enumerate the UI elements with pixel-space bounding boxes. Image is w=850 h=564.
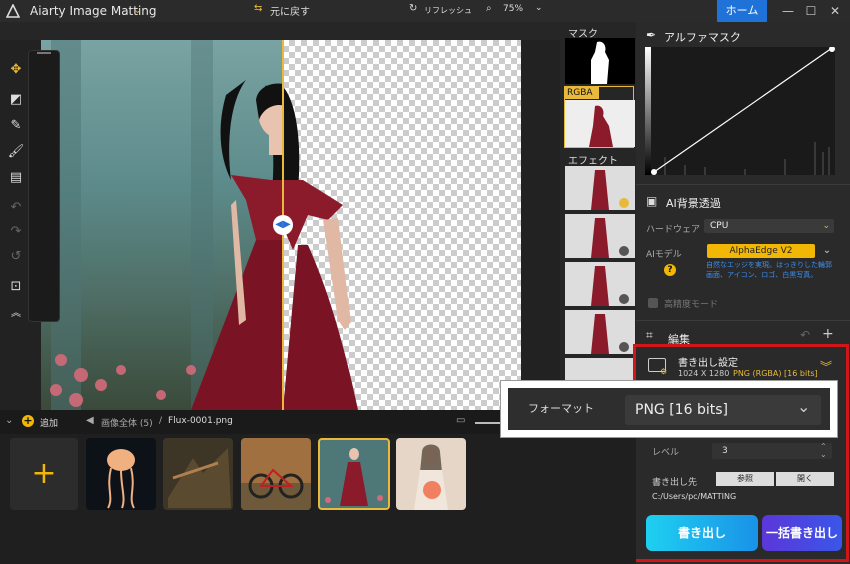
effect-radio-icon[interactable]: [619, 246, 629, 256]
hq-label: 高精度モード: [664, 300, 719, 310]
stepper-arrows-icon[interactable]: ⌃ ⌄: [820, 443, 827, 459]
hq-checkbox[interactable]: [648, 298, 658, 308]
undo-label[interactable]: 元に戻す: [270, 3, 310, 18]
divider: [636, 184, 850, 185]
effect-radio-icon[interactable]: [619, 342, 629, 352]
fit-screen-icon[interactable]: ⊡: [3, 276, 29, 298]
export-button[interactable]: 書き出し: [646, 515, 758, 551]
image-size-icon[interactable]: ▭: [456, 415, 465, 426]
browse-button[interactable]: 参照: [716, 472, 774, 486]
brush-tool-icon[interactable]: 🖌: [3, 141, 29, 163]
model-dropdown-icon[interactable]: ⌄: [820, 244, 834, 258]
pen-tool-icon[interactable]: ✎: [3, 115, 29, 137]
add-icon[interactable]: +: [22, 415, 34, 427]
hardware-value: CPU: [710, 221, 729, 231]
chevron-down-icon[interactable]: ⌄: [797, 397, 810, 416]
refresh-label[interactable]: リフレッシュ: [424, 5, 472, 16]
collapse-gallery-icon[interactable]: ⌄: [5, 415, 13, 426]
export-format-summary: PNG (RGBA) [16 bits]: [733, 369, 818, 378]
maximize-button[interactable]: ☐: [801, 2, 821, 20]
model-label: AIモデル: [646, 250, 682, 260]
effect-selected-icon: [619, 198, 629, 208]
undo-icon[interactable]: ⇆: [254, 3, 262, 14]
export-path: C:/Users/pc/MATTING: [652, 492, 737, 501]
hardware-label: ハードウェア: [646, 225, 701, 235]
format-select[interactable]: PNG [16 bits]: [625, 395, 821, 425]
hardware-select[interactable]: CPU ⌄: [704, 219, 834, 233]
compare-slider-handle[interactable]: ◀▶: [273, 215, 293, 235]
palette-grip[interactable]: [37, 52, 51, 54]
rgba-thumbnail[interactable]: [565, 100, 635, 147]
format-label: フォーマット: [528, 402, 594, 415]
rgba-label: RGBA: [565, 87, 599, 99]
minimize-button[interactable]: —: [778, 2, 798, 20]
gallery-thumb-jellyfish[interactable]: [86, 438, 156, 510]
add-image-tile[interactable]: +: [10, 438, 78, 510]
chevron-down-icon: ⌄: [822, 221, 830, 231]
canvas-toolbar: [0, 22, 560, 40]
reset-tool-icon[interactable]: ↺: [3, 246, 29, 268]
refresh-icon[interactable]: ↻: [409, 3, 417, 14]
breadcrumb-separator: /: [159, 416, 163, 426]
destination-label: 書き出し先: [652, 478, 698, 488]
level-label: レベル: [652, 448, 680, 458]
back-arrow-icon[interactable]: ◀: [86, 415, 94, 426]
thumbnail-size-slider[interactable]: [475, 422, 500, 424]
tool-palette: [28, 50, 60, 322]
level-value: 3: [722, 446, 728, 456]
zoom-level[interactable]: 75%: [503, 4, 523, 14]
help-icon[interactable]: ?: [664, 264, 676, 276]
roller-tool-icon[interactable]: ▤: [3, 167, 29, 189]
gallery-thumb-forest[interactable]: [163, 438, 233, 510]
redo-tool-icon[interactable]: ↷: [3, 221, 29, 243]
ai-background-icon: ▣: [646, 194, 658, 208]
chevron-down-icon[interactable]: ⌄: [133, 3, 142, 16]
edit-icon: ⌗: [646, 328, 653, 342]
level-stepper[interactable]: [712, 443, 832, 459]
collapse-up-icon[interactable]: ︽: [3, 303, 29, 325]
add-label[interactable]: 追加: [40, 416, 58, 429]
transparent-preview: [283, 40, 521, 410]
alpha-mask-title: アルファマスク: [664, 31, 741, 44]
batch-export-button[interactable]: 一括書き出し: [762, 515, 842, 551]
gallery-thumb-selected[interactable]: [318, 438, 390, 510]
undo-edit-icon[interactable]: ↶: [800, 328, 810, 342]
effect-thumbnail-5[interactable]: [565, 358, 635, 380]
original-photo: [41, 40, 283, 410]
divider: [636, 320, 850, 321]
gear-icon: ⚙: [660, 367, 668, 376]
zoom-icon[interactable]: ⌕: [486, 3, 492, 14]
gallery-thumb-portrait[interactable]: [396, 438, 466, 510]
effect-radio-icon[interactable]: [619, 294, 629, 304]
zoom-dropdown-icon[interactable]: ⌄: [535, 3, 543, 13]
alpha-curve-editor[interactable]: [645, 46, 835, 175]
add-edit-icon[interactable]: +: [822, 326, 834, 342]
open-folder-button[interactable]: 開く: [776, 472, 834, 486]
gallery-thumb-bicycle[interactable]: [241, 438, 311, 510]
effect-label: エフェクト: [568, 156, 618, 167]
format-value: PNG [16 bits]: [635, 402, 728, 418]
move-tool-icon[interactable]: ✥: [3, 59, 29, 81]
export-size: 1024 X 1280: [678, 369, 730, 378]
expand-down-icon[interactable]: ︾: [820, 358, 832, 375]
model-select[interactable]: AlphaEdge V2: [707, 244, 815, 258]
ai-bg-title: AI背景透過: [666, 197, 721, 210]
undo-tool-icon[interactable]: ↶: [3, 197, 29, 219]
eraser-tool-icon[interactable]: ◩: [3, 89, 29, 111]
breadcrumb-all[interactable]: 画像全体 (5): [101, 416, 153, 429]
breadcrumb-file: Flux-0001.png: [168, 416, 233, 426]
close-button[interactable]: ✕: [825, 2, 845, 20]
export-title: 書き出し設定: [678, 358, 738, 369]
eyedropper-icon[interactable]: ✒: [646, 28, 656, 42]
app-logo-icon: [6, 4, 20, 18]
mask-thumbnail[interactable]: [565, 38, 635, 84]
model-description: 自然なエッジを実現。はっきりした輪郭画面、アイコン、ロゴ、白黒写真。: [706, 261, 832, 279]
home-button[interactable]: ホーム: [717, 0, 767, 22]
